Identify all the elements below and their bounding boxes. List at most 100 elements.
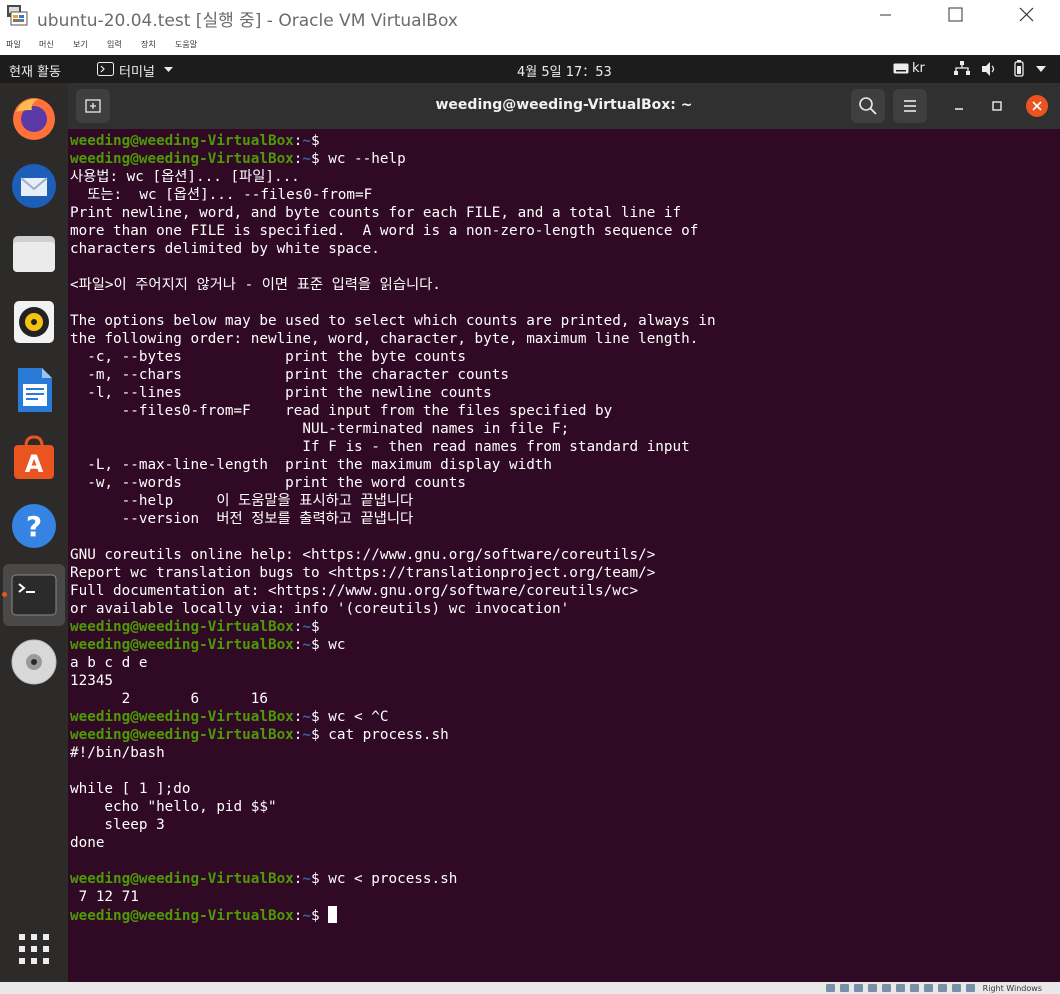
dvd-icon[interactable] [8,636,60,688]
files-icon[interactable] [8,228,60,280]
search-button[interactable] [851,89,885,123]
prompt-user: weeding@weeding-VirtualBox [70,133,294,149]
ubuntu-software-icon[interactable]: A [8,432,60,484]
prompt-user: weeding@weeding-VirtualBox [70,637,294,653]
keyboard-layout[interactable]: kr [912,61,925,76]
tray-icon[interactable] [910,984,919,992]
menu-file[interactable]: 파일 [6,39,21,50]
output-line: Report wc translation bugs to <https://t… [70,565,656,581]
menu-input[interactable]: 입력 [107,39,122,50]
app-menu-label[interactable]: 터미널 [119,61,155,80]
output-line: -L, --max-line-length print the maximum … [70,457,553,473]
output-line: <파일>이 주어지지 않거나 - 이면 표준 입력을 읽습니다. [70,277,441,293]
output-line: --files0-from=F read input from the file… [70,403,613,419]
prompt-line: weeding@weeding-VirtualBox:~$ [70,906,716,924]
prompt-symbol: $ [311,133,329,149]
menu-button[interactable] [893,89,927,123]
output-line: 또는: wc [옵션]... --files0-from=F [70,187,373,203]
tray-icon[interactable] [938,984,947,992]
prompt-symbol: $ [311,637,329,653]
output-line: #!/bin/bash [70,745,165,761]
output-line: If F is - then read names from standard … [70,439,690,455]
prompt-user: weeding@weeding-VirtualBox [70,908,294,924]
prompt-path: ~ [302,133,312,149]
window-title: ubuntu-20.04.test [실행 중] - Oracle VM Vir… [37,11,458,31]
system-menu-chevron-icon[interactable] [1036,66,1046,73]
rhythmbox-icon[interactable] [8,296,60,348]
menu-help[interactable]: 도움말 [175,39,197,50]
prompt-line: weeding@weeding-VirtualBox:~$ [70,132,716,150]
output-line: or available locally via: info '(coreuti… [70,601,570,617]
output-line: -c, --bytes print the byte counts [70,349,466,365]
menu-view[interactable]: 보기 [73,39,88,50]
output-line: --version 버전 정보를 출력하고 끝냅니다 [70,511,414,527]
chevron-down-icon[interactable] [164,67,173,73]
menu-devices[interactable]: 장치 [141,39,156,50]
prompt-line: weeding@weeding-VirtualBox:~$ wc < proce… [70,870,716,888]
output-line: -l, --lines print the newline counts [70,385,492,401]
tray-icon[interactable] [924,984,933,992]
host-taskbar: Right Windows [0,982,1060,994]
prompt-line: weeding@weeding-VirtualBox:~$ wc [70,636,716,654]
tray-icon[interactable] [952,984,961,992]
battery-icon[interactable] [1010,60,1028,77]
maximize-icon[interactable] [920,0,990,33]
terminal-output[interactable]: weeding@weeding-VirtualBox:~$ weeding@we… [68,129,1060,982]
terminal-maximize-icon[interactable] [986,95,1008,117]
output-line: 사용법: wc [옵션]... [파일]... [70,169,300,185]
virtualbox-menu-bar: 파일 머신 보기 입력 장치 도움말 [0,33,1060,55]
clock[interactable]: 4월 5일 17：53 [517,61,612,80]
thunderbird-icon[interactable] [8,160,60,212]
libreoffice-writer-icon[interactable] [8,364,60,416]
tray-icon[interactable] [966,984,975,992]
tray-icon[interactable] [854,984,863,992]
tray-icon[interactable] [882,984,891,992]
command-text: wc < process.sh [328,871,458,887]
output-line: the following order: newline, word, char… [70,331,699,347]
hamburger-menu-icon [904,100,916,112]
prompt-symbol: $ [311,871,329,887]
terminal-close-icon[interactable] [1025,94,1049,118]
close-icon[interactable] [990,0,1060,33]
prompt-symbol: $ [311,151,329,167]
search-icon [859,97,877,115]
terminal-icon [11,574,57,616]
terminal-minimize-icon[interactable] [948,95,970,117]
prompt-line: weeding@weeding-VirtualBox:~$ cat proces… [70,726,716,744]
output-line: 12345 [70,673,114,689]
minimize-icon[interactable] [850,0,920,33]
volume-icon[interactable] [982,62,998,76]
firefox-icon[interactable] [8,92,60,144]
prompt-line: weeding@weeding-VirtualBox:~$ wc < ^C [70,708,716,726]
output-line: -m, --chars print the character counts [70,367,509,383]
terminal-header-bar: weeding@weeding-VirtualBox: ~ [68,83,1060,129]
help-icon[interactable]: ? [8,500,60,552]
keyboard-icon[interactable] [893,63,909,74]
terminal-lines: weeding@weeding-VirtualBox:~$ weeding@we… [70,132,716,924]
output-line: done [70,835,105,851]
host-key-label: Right Windows [982,984,1042,993]
svg-text:A: A [25,450,44,478]
menu-machine[interactable]: 머신 [39,39,54,50]
tray-icon[interactable] [868,984,877,992]
activities-button[interactable]: 현재 활동 [9,61,61,80]
output-line: Print newline, word, and byte counts for… [70,205,682,221]
grid-icon[interactable] [8,923,60,975]
prompt-symbol: $ [311,619,329,635]
tray-icon[interactable] [896,984,905,992]
prompt-symbol: $ [311,727,329,743]
network-icon[interactable] [954,61,970,76]
terminal-scrollbar[interactable] [1054,129,1060,982]
terminal-dock-item[interactable] [3,564,65,626]
virtualbox-app-icon [7,5,28,26]
prompt-user: weeding@weeding-VirtualBox [70,619,294,635]
prompt-symbol: $ [311,709,329,725]
command-text: wc [328,637,346,653]
output-line: characters delimited by white space. [70,241,380,257]
tray-icon[interactable] [826,984,835,992]
tray-icon[interactable] [840,984,849,992]
output-line: GNU coreutils online help: <https://www.… [70,547,656,563]
output-line: -w, --words print the word counts [70,475,466,491]
